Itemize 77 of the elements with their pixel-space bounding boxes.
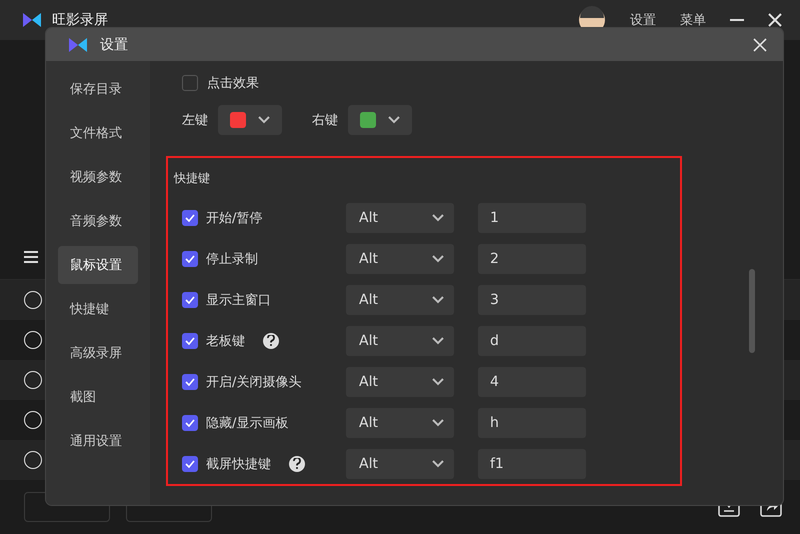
- hotkey-label: 开启/关闭摄像头: [206, 374, 302, 390]
- color-picker[interactable]: [218, 105, 282, 135]
- radio-button[interactable]: [24, 291, 42, 309]
- help-icon[interactable]: [263, 332, 279, 348]
- modifier-dropdown[interactable]: Alt: [346, 326, 454, 356]
- menu-link[interactable]: 设置: [630, 11, 656, 29]
- hotkey-label: 显示主窗口: [206, 292, 271, 308]
- key-field[interactable]: f1: [478, 448, 586, 478]
- sidebar-item[interactable]: 保存目录: [58, 70, 138, 108]
- scrollbar[interactable]: [749, 269, 755, 353]
- hotkey-label: 老板键: [206, 332, 245, 350]
- checkbox[interactable]: [182, 210, 198, 226]
- hotkey-label: 截屏快捷键: [206, 456, 271, 472]
- chevron-down-icon: [432, 254, 444, 262]
- sidebar-item[interactable]: 高级录屏: [58, 334, 138, 372]
- key-field[interactable]: 3: [478, 284, 586, 314]
- chevron-down-icon: [432, 214, 444, 222]
- menu-link[interactable]: 菜单: [680, 11, 706, 29]
- check-icon: [185, 418, 195, 426]
- modifier-dropdown[interactable]: Alt: [346, 244, 454, 274]
- dialog-title: 设置: [100, 36, 129, 54]
- close-icon[interactable]: [753, 38, 767, 52]
- chevron-down-icon: [258, 116, 270, 124]
- key-field[interactable]: h: [478, 408, 586, 438]
- section-title: 快捷键: [174, 170, 211, 187]
- menu-icon[interactable]: [24, 251, 38, 263]
- radio-button[interactable]: [24, 411, 42, 429]
- modifier-dropdown[interactable]: Alt: [346, 448, 454, 478]
- check-icon: [185, 336, 195, 344]
- checkbox-label: 点击效果: [207, 75, 259, 92]
- checkbox[interactable]: [182, 292, 198, 308]
- sidebar-item[interactable]: 通用设置: [58, 422, 138, 460]
- color-picker[interactable]: [348, 105, 412, 135]
- sidebar-item[interactable]: 文件格式: [58, 114, 138, 152]
- checkbox[interactable]: [182, 332, 198, 348]
- close-icon[interactable]: [768, 13, 782, 27]
- radio-button[interactable]: [24, 331, 42, 349]
- hotkey-label: 开始/暂停: [206, 210, 262, 226]
- key-field[interactable]: 1: [478, 202, 586, 232]
- sidebar-item[interactable]: 截图: [58, 378, 138, 416]
- help-icon[interactable]: [289, 456, 305, 472]
- chevron-down-icon: [432, 418, 444, 426]
- check-icon: [185, 296, 195, 304]
- modifier-dropdown[interactable]: Alt: [346, 284, 454, 314]
- chevron-down-icon: [388, 116, 400, 124]
- checkbox[interactable]: [182, 374, 198, 390]
- sidebar-item[interactable]: 快捷键: [58, 290, 138, 328]
- key-field[interactable]: 4: [478, 366, 586, 396]
- sidebar-item[interactable]: 鼠标设置: [58, 246, 138, 284]
- modifier-dropdown[interactable]: Alt: [346, 408, 454, 438]
- check-icon: [185, 214, 195, 222]
- key-field[interactable]: 2: [478, 244, 586, 274]
- check-icon: [185, 378, 195, 386]
- modifier-dropdown[interactable]: Alt: [346, 366, 454, 396]
- hotkey-label: 隐藏/显示画板: [206, 414, 288, 432]
- check-icon: [185, 460, 195, 468]
- radio-button[interactable]: [24, 451, 42, 469]
- chevron-down-icon: [432, 336, 444, 344]
- sidebar-item[interactable]: 音频参数: [58, 202, 138, 240]
- hotkey-label: 停止录制: [206, 250, 258, 268]
- sidebar-item[interactable]: 视频参数: [58, 158, 138, 196]
- color-label: 右键: [312, 112, 338, 129]
- checkbox[interactable]: [182, 75, 198, 91]
- chevron-down-icon: [432, 296, 444, 304]
- logo-icon: [22, 12, 42, 28]
- modifier-dropdown[interactable]: Alt: [346, 202, 454, 232]
- key-field[interactable]: d: [478, 326, 586, 356]
- logo-icon: [68, 36, 88, 52]
- app-title: 旺影录屏: [52, 11, 109, 29]
- chevron-down-icon: [432, 378, 444, 386]
- color-label: 左键: [182, 112, 208, 129]
- checkbox[interactable]: [182, 414, 198, 430]
- check-icon: [185, 254, 195, 262]
- chevron-down-icon: [432, 460, 444, 468]
- radio-button[interactable]: [24, 371, 42, 389]
- checkbox[interactable]: [182, 456, 198, 472]
- checkbox[interactable]: [182, 250, 198, 266]
